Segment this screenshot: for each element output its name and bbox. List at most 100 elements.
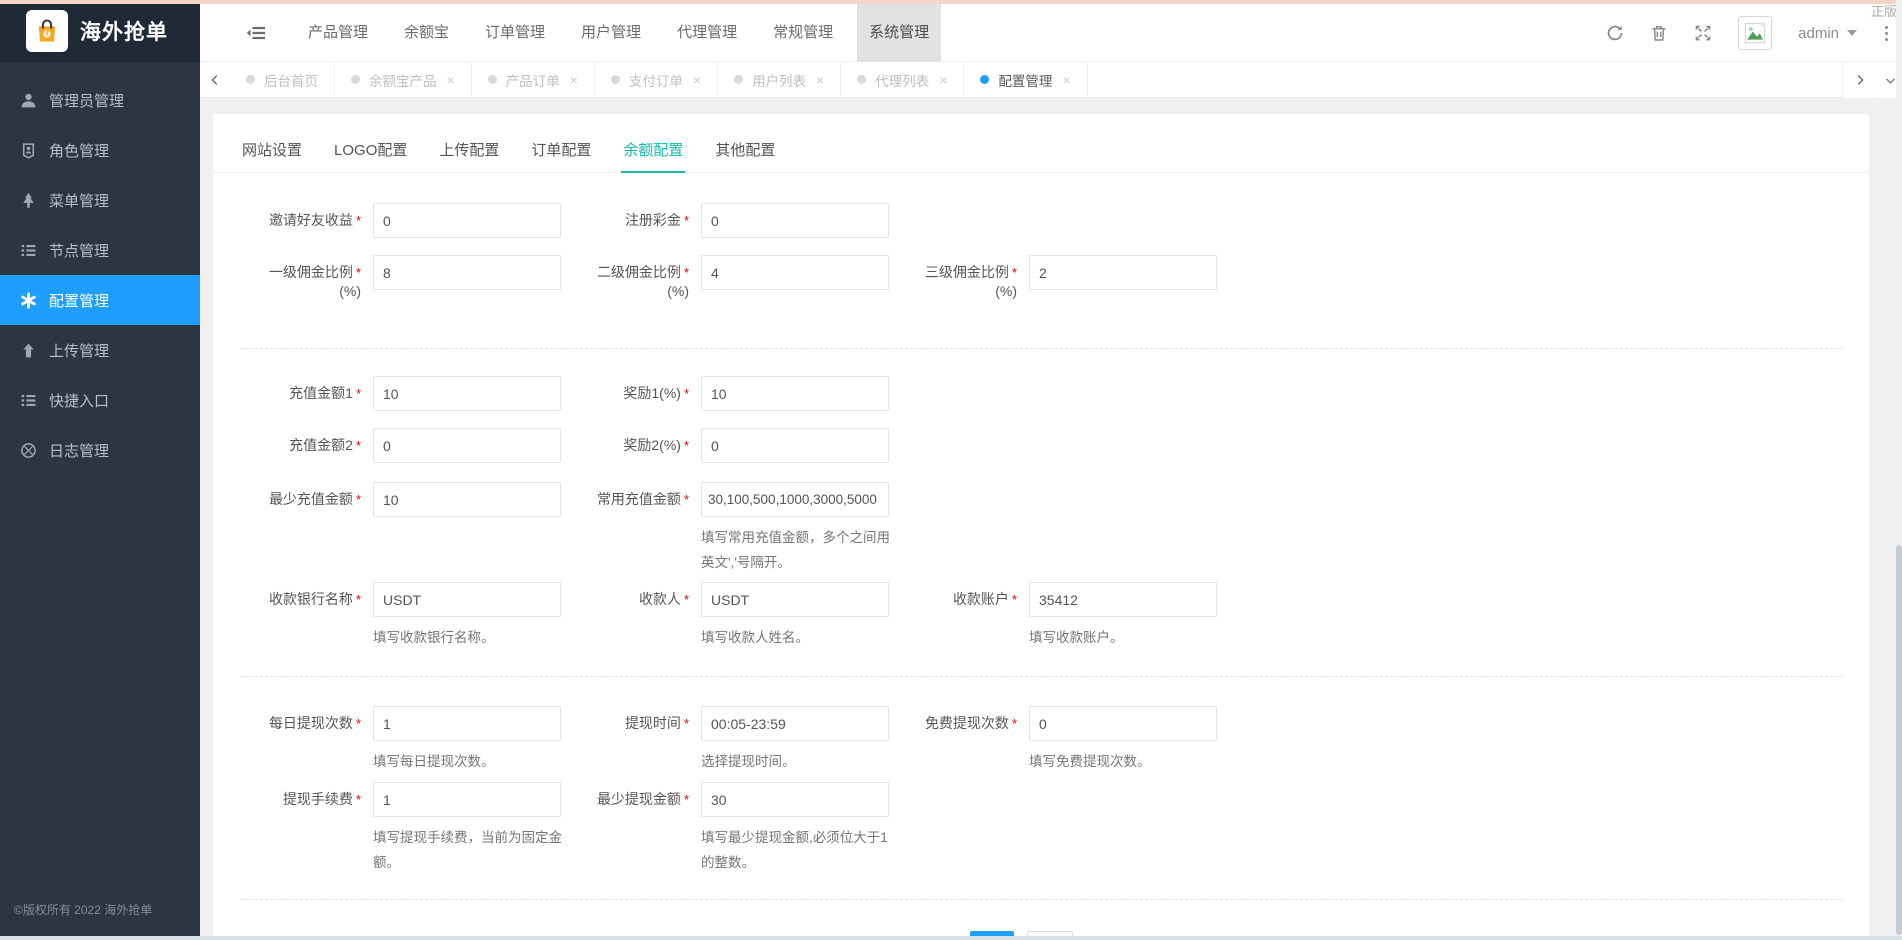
tab-dot-icon [351,75,360,84]
field-label: 奖励2(%)* [549,428,689,463]
payee-account-input[interactable] [1029,582,1217,617]
sidebar-toggle-icon[interactable] [246,23,266,43]
config-tab-site[interactable]: 网站设置 [240,140,304,173]
min-recharge-input[interactable] [373,482,561,517]
withdraw-fee-input[interactable] [373,782,561,817]
copyright-text: ©版权所有 2022 海外抢单 [14,901,152,918]
trash-icon[interactable] [1650,24,1668,42]
tab-yuebao-product[interactable]: 余额宝产品 × [335,62,472,97]
field-label: 提现手续费* [221,782,361,817]
bank-name-input[interactable] [373,582,561,617]
tabs-scroll-left-icon[interactable] [200,62,230,97]
tab-home[interactable]: 后台首页 [230,62,335,97]
field-label: 三级佣金比例*(%) [877,255,1017,299]
more-menu-icon[interactable] [1883,24,1890,43]
topnav-item-product[interactable]: 产品管理 [296,4,380,62]
topnav-item-user[interactable]: 用户管理 [569,4,653,62]
level1-commission-input[interactable] [373,255,561,290]
sidebar-item-role[interactable]: 角色管理 [0,125,200,175]
field-label: 免费提现次数* [877,706,1017,741]
horizontal-scrollbar[interactable] [0,936,1902,940]
refresh-icon[interactable] [1606,24,1624,42]
topnav-item-general[interactable]: 常规管理 [761,4,845,62]
sidebar-item-node[interactable]: 节点管理 [0,225,200,275]
avatar[interactable] [1738,16,1772,50]
topnav-item-system[interactable]: 系统管理 [857,4,941,62]
sidebar-item-label: 节点管理 [49,240,109,261]
config-tab-order[interactable]: 订单配置 [529,140,593,173]
field-help: 填写提现手续费，当前为固定金额。 [373,825,565,875]
close-icon[interactable]: × [693,72,701,88]
level3-commission-input[interactable] [1029,255,1217,290]
user-icon [20,92,37,109]
asterisk-config-icon [20,292,37,309]
sidebar-item-upload[interactable]: 上传管理 [0,325,200,375]
min-withdraw-input[interactable] [701,782,889,817]
fullscreen-icon[interactable] [1694,24,1712,42]
watermark-text: 正版 [1871,1,1897,20]
tab-product-order[interactable]: 产品订单 × [472,62,595,97]
field-help: 填写收款银行名称。 [373,625,565,650]
close-icon[interactable]: × [1062,72,1070,88]
daily-withdraw-count-input[interactable] [373,706,561,741]
close-icon[interactable]: × [816,72,824,88]
sidebar-item-menu[interactable]: 菜单管理 [0,175,200,225]
field-label: 二级佣金比例*(%) [549,255,689,299]
reward2-input[interactable] [701,428,889,463]
upload-arrow-icon [20,342,37,359]
tab-agent-list[interactable]: 代理列表 × [841,62,964,97]
tab-label: 代理列表 [875,70,929,90]
sidebar-item-log[interactable]: 日志管理 [0,425,200,475]
close-icon[interactable]: × [447,72,455,88]
field-help: 填写最少提现金额,必须位大于1的整数。 [701,825,893,875]
tab-user-list[interactable]: 用户列表 × [718,62,841,97]
tab-label: 余额宝产品 [369,70,437,90]
sidebar-item-config[interactable]: 配置管理 [0,275,200,325]
tabs-scroll-right-icon[interactable] [1842,62,1876,98]
config-panel: 网站设置 LOGO配置 上传配置 订单配置 余额配置 其他配置 邀请好友收益* … [213,114,1869,940]
tab-label: 配置管理 [998,70,1052,90]
sidebar-item-label: 快捷入口 [49,390,109,411]
config-tab-upload[interactable]: 上传配置 [437,140,501,173]
register-bonus-input[interactable] [701,203,889,238]
scrollbar-thumb[interactable] [1896,545,1902,935]
sidebar-item-label: 上传管理 [49,340,109,361]
field-help: 填写收款账户。 [1029,625,1221,650]
sidebar-item-label: 菜单管理 [49,190,109,211]
config-tabs: 网站设置 LOGO配置 上传配置 订单配置 余额配置 其他配置 [213,140,1869,173]
free-withdraw-count-input[interactable] [1029,706,1217,741]
username-label: admin [1798,25,1839,42]
vertical-scrollbar[interactable] [1896,0,1902,936]
top-accent-bar [0,0,1902,4]
tab-config-active[interactable]: 配置管理 × [964,62,1087,97]
close-icon[interactable]: × [570,72,578,88]
level2-commission-input[interactable] [701,255,889,290]
sidebar-item-quick-entry[interactable]: 快捷入口 [0,375,200,425]
config-tab-logo[interactable]: LOGO配置 [332,140,409,173]
sidebar-item-label: 日志管理 [49,440,109,461]
recharge-amount1-input[interactable] [373,376,561,411]
config-tab-balance-active[interactable]: 余额配置 [621,140,685,173]
field-label: 常用充值金额* [549,482,689,517]
topnav-item-yuebao[interactable]: 余额宝 [392,4,461,62]
field-label: 充值金额2* [221,428,361,463]
common-recharge-input[interactable] [701,482,889,517]
user-menu[interactable]: admin [1798,25,1857,42]
sidebar-item-admin[interactable]: 管理员管理 [0,75,200,125]
close-icon[interactable]: × [939,72,947,88]
field-label: 每日提现次数* [221,706,361,741]
recharge-amount2-input[interactable] [373,428,561,463]
field-label: 收款账户* [877,582,1017,617]
field-label: 最少提现金额* [549,782,689,817]
section-divider [240,676,1843,677]
field-label: 提现时间* [549,706,689,741]
tab-pay-order[interactable]: 支付订单 × [595,62,718,97]
payee-input[interactable] [701,582,889,617]
withdraw-time-input[interactable] [701,706,889,741]
topnav-item-order[interactable]: 订单管理 [473,4,557,62]
header: 产品管理 余额宝 订单管理 用户管理 代理管理 常规管理 系统管理 admin [200,4,1902,62]
invite-income-input[interactable] [373,203,561,238]
reward1-input[interactable] [701,376,889,411]
topnav-item-agent[interactable]: 代理管理 [665,4,749,62]
config-tab-other[interactable]: 其他配置 [713,140,777,173]
